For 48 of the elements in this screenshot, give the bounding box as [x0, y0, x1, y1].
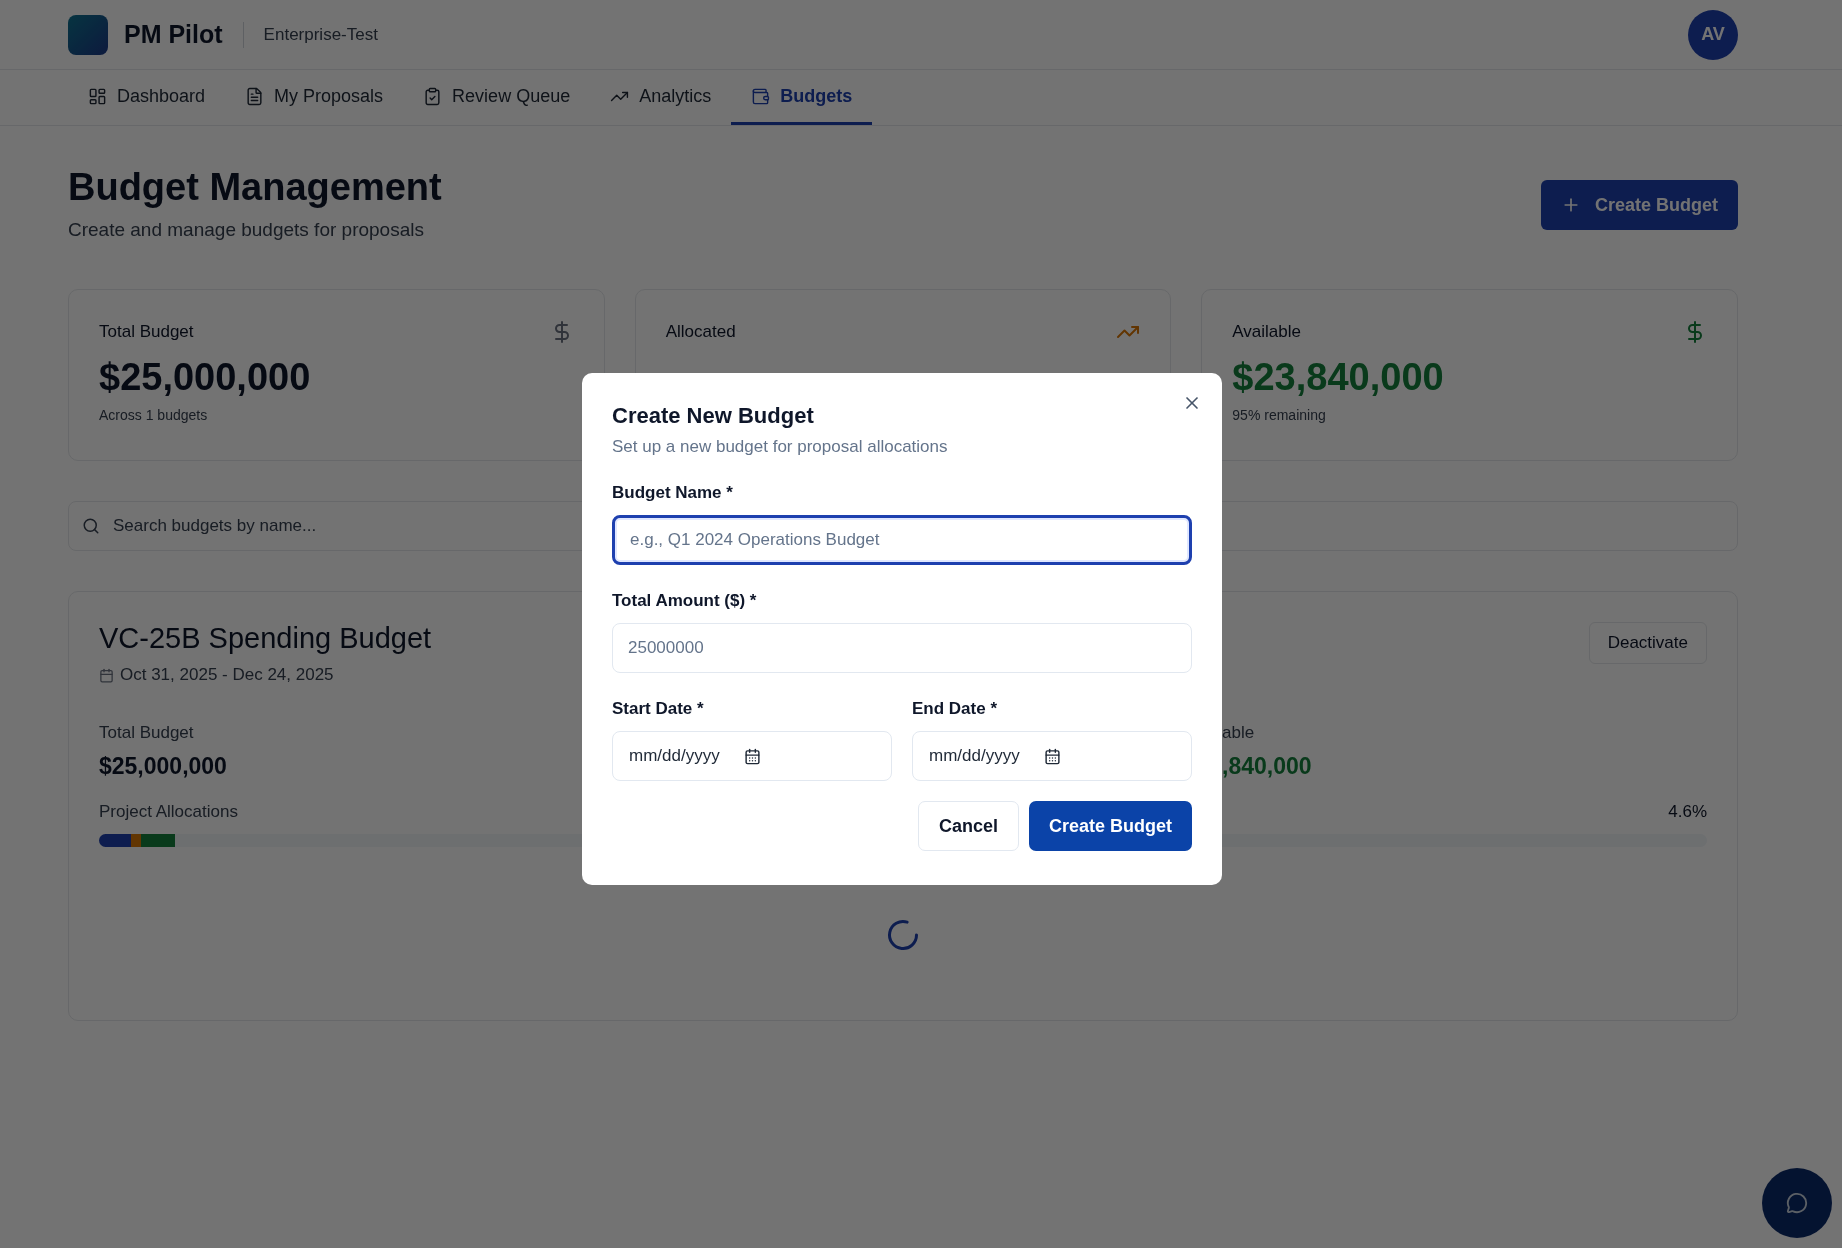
dashboard-icon — [88, 86, 107, 106]
cancel-button[interactable]: Cancel — [917, 801, 1019, 851]
search-icon — [82, 517, 100, 535]
dialog-description: Set up a new budget for proposal allocations — [612, 437, 949, 457]
input-field[interactable]: e.g., Q1 2024 Operations Budget — [612, 515, 1192, 565]
wallet-icon — [751, 86, 771, 106]
create-budget-button[interactable]: Create Budget — [1028, 801, 1192, 851]
deactivate-button[interactable]: Deactivate — [1588, 622, 1707, 664]
allocations-label: Project Allocations — [99, 802, 238, 822]
field-label: Total Amount ($) * — [612, 591, 758, 611]
metric-value: $25,000,000 — [99, 753, 227, 780]
allocations-percent: 4.6% — [1668, 802, 1707, 822]
document-icon — [245, 86, 265, 106]
nav-tab[interactable]: Analytics — [590, 70, 732, 125]
workspace-name: Enterprise-Test — [263, 24, 378, 45]
date-field[interactable]: mm/dd/yyyy — [912, 731, 1192, 781]
stat-value: $23,840,000 — [1232, 356, 1445, 399]
page-subtitle: Create and manage budgets for proposals — [68, 219, 425, 241]
stat-note: 95% remaining — [1232, 407, 1327, 423]
budget-dates: Oct 31, 2025 - Dec 24, 2025 — [120, 665, 334, 685]
date-field[interactable]: mm/dd/yyyy — [612, 731, 892, 781]
stat-label: Total Budget — [99, 322, 194, 342]
user-avatar[interactable]: AV — [1688, 9, 1738, 60]
create-budget-button[interactable]: Create Budget — [1540, 180, 1738, 230]
calendar-icon[interactable] — [743, 747, 761, 765]
nav-tab[interactable]: My Proposals — [225, 70, 404, 125]
calendar-icon[interactable] — [1043, 747, 1061, 765]
stat-value: $25,000,000 — [99, 356, 312, 399]
stat-label: Allocated — [665, 322, 736, 342]
metric-label: able — [1222, 723, 1255, 743]
metric-label: Total Budget — [99, 723, 194, 743]
field-label: Start Date * — [612, 699, 705, 719]
stat-note: Across 1 budgets — [99, 407, 209, 423]
budget-name: VC-25B Spending Budget — [99, 622, 432, 655]
nav-tab[interactable]: Dashboard — [68, 70, 226, 125]
calendar-icon — [99, 667, 114, 683]
dialog-title: Create New Budget — [612, 403, 815, 429]
logo-icon — [68, 14, 108, 55]
app-name: PM Pilot — [124, 20, 223, 49]
field-label: Budget Name * — [612, 483, 734, 503]
page-title: Budget Management — [68, 166, 442, 209]
chat-bubble-icon — [1786, 1192, 1808, 1214]
metric-value: ,840,000 — [1222, 753, 1312, 780]
field-label: End Date * — [912, 699, 999, 719]
stat-label: Available — [1232, 322, 1301, 342]
nav-tab[interactable]: Budgets — [731, 70, 873, 125]
clipboard-check-icon — [423, 86, 443, 106]
nav-tab[interactable]: Review Queue — [403, 70, 591, 125]
